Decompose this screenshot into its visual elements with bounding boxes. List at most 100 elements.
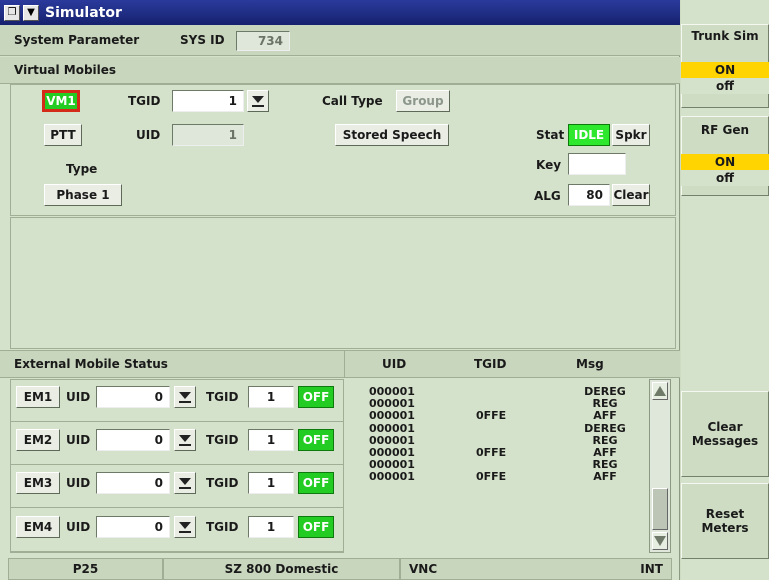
msg-col-msg: Msg — [576, 357, 604, 371]
em-tgid-field[interactable]: 1 — [248, 429, 294, 451]
em-button[interactable]: EM3 — [16, 472, 60, 494]
msg-col-tgid: TGID — [474, 357, 507, 371]
status-vnc: VNC INT — [400, 558, 672, 580]
ptt-button[interactable]: PTT — [44, 124, 82, 146]
trunk-sim-on: ON — [681, 62, 769, 78]
em-state-indicator[interactable]: OFF — [298, 386, 334, 408]
scroll-thumb[interactable] — [652, 488, 668, 530]
message-text: AFF — [593, 470, 617, 483]
em-uid-dropdown[interactable] — [174, 516, 196, 538]
em-state-indicator[interactable]: OFF — [298, 429, 334, 451]
message-tgid: 0FFE — [476, 409, 507, 422]
phase-type-button[interactable]: Phase 1 — [44, 184, 122, 206]
em-uid-dropdown[interactable] — [174, 472, 196, 494]
message-tgid: 0FFE — [476, 446, 507, 459]
arrow-down-icon — [654, 536, 666, 546]
chevron-down-icon — [252, 95, 264, 103]
header-divider — [344, 350, 345, 378]
message-scrollbar[interactable] — [649, 379, 671, 553]
call-type-label: Call Type — [322, 94, 383, 108]
message-uid: 000001 — [369, 470, 415, 483]
vm-tgid-field[interactable]: 1 — [172, 90, 244, 112]
rf-gen-on: ON — [681, 154, 769, 170]
message-text: AFF — [593, 409, 617, 422]
em-uid-field[interactable]: 0 — [96, 516, 170, 538]
tgid-label: TGID — [128, 94, 161, 108]
clear-messages-button[interactable]: Clear Messages — [681, 391, 769, 477]
message-uid: 000001 — [369, 409, 415, 422]
message-row[interactable]: 000001 0FFE AFF — [345, 410, 649, 422]
vm-uid-field[interactable]: 1 — [172, 124, 244, 146]
stat-label: Stat — [536, 128, 565, 142]
dropdown-bar-icon — [179, 530, 191, 533]
em-tgid-field[interactable]: 1 — [248, 472, 294, 494]
em-tgid-label: TGID — [206, 433, 239, 447]
key-label: Key — [536, 158, 562, 172]
em-tgid-label: TGID — [206, 520, 239, 534]
em-uid-field[interactable]: 0 — [96, 429, 170, 451]
em-tgid-label: TGID — [206, 390, 239, 404]
call-type-button[interactable]: Group — [396, 90, 450, 112]
sys-id-field[interactable]: 734 — [236, 31, 290, 51]
em-uid-field[interactable]: 0 — [96, 472, 170, 494]
em-state-indicator[interactable]: OFF — [298, 516, 334, 538]
window-title: Simulator — [45, 4, 122, 21]
scroll-up-button[interactable] — [652, 382, 668, 400]
reset-meters-button[interactable]: Reset Meters — [681, 483, 769, 559]
alg-clear-button[interactable]: Clear — [612, 184, 650, 206]
em-uid-label: UID — [66, 476, 91, 490]
em-tgid-field[interactable]: 1 — [248, 516, 294, 538]
em-tgid-label: TGID — [206, 476, 239, 490]
type-label: Type — [66, 162, 98, 176]
title-bar: ❐ ▼ Simulator — [0, 0, 680, 25]
em-state-indicator[interactable]: OFF — [298, 472, 334, 494]
message-row[interactable]: 000001 0FFE AFF — [345, 471, 649, 483]
em-uid-label: UID — [66, 390, 91, 404]
stat-idle-indicator: IDLE — [568, 124, 610, 146]
scroll-down-button[interactable] — [652, 532, 668, 550]
em-tgid-field[interactable]: 1 — [248, 386, 294, 408]
virtual-mobiles-title: Virtual Mobiles — [14, 63, 117, 77]
window-restore-icon[interactable]: ❐ — [4, 4, 20, 21]
dropdown-bar-icon — [179, 400, 191, 403]
vm1-button[interactable]: VM1 — [42, 90, 80, 112]
window-menu-icon[interactable]: ▼ — [23, 4, 39, 21]
sidebar-top-blank — [681, 0, 769, 24]
empty-panel — [10, 217, 676, 349]
em-button[interactable]: EM1 — [16, 386, 60, 408]
em-button[interactable]: EM2 — [16, 429, 60, 451]
status-mode: P25 — [8, 558, 163, 580]
trunk-sim-label: Trunk Sim — [691, 29, 759, 43]
clear-messages-label: Clear Messages — [691, 420, 759, 448]
alg-field[interactable]: 80 — [568, 184, 610, 206]
status-ref-text: INT — [640, 562, 663, 576]
status-vnc-text: VNC — [409, 562, 438, 576]
dropdown-bar-icon — [179, 486, 191, 489]
stored-speech-button[interactable]: Stored Speech — [335, 124, 449, 146]
key-field[interactable] — [568, 153, 626, 175]
arrow-up-icon — [654, 386, 666, 396]
em-button[interactable]: EM4 — [16, 516, 60, 538]
rf-gen-label: RF Gen — [700, 123, 750, 137]
reset-meters-label: Reset Meters — [701, 507, 749, 535]
chevron-down-icon — [179, 391, 191, 399]
rf-gen-off: off — [681, 170, 769, 186]
em-uid-label: UID — [66, 433, 91, 447]
speaker-button[interactable]: Spkr — [612, 124, 650, 146]
system-parameter-label: System Parameter — [14, 33, 140, 47]
em-uid-label: UID — [66, 520, 91, 534]
em-uid-dropdown[interactable] — [174, 386, 196, 408]
dropdown-bar-icon — [252, 104, 264, 107]
vm-uid-label: UID — [136, 128, 161, 142]
msg-col-uid: UID — [382, 357, 407, 371]
chevron-down-icon — [179, 477, 191, 485]
trunk-sim-off: off — [681, 78, 769, 94]
status-mode-text: P25 — [72, 562, 99, 576]
alg-label: ALG — [534, 189, 561, 203]
chevron-down-icon — [179, 521, 191, 529]
vm-tgid-dropdown[interactable] — [247, 90, 269, 112]
em-uid-dropdown[interactable] — [174, 429, 196, 451]
message-tgid: 0FFE — [476, 470, 507, 483]
em-uid-field[interactable]: 0 — [96, 386, 170, 408]
dropdown-bar-icon — [179, 443, 191, 446]
